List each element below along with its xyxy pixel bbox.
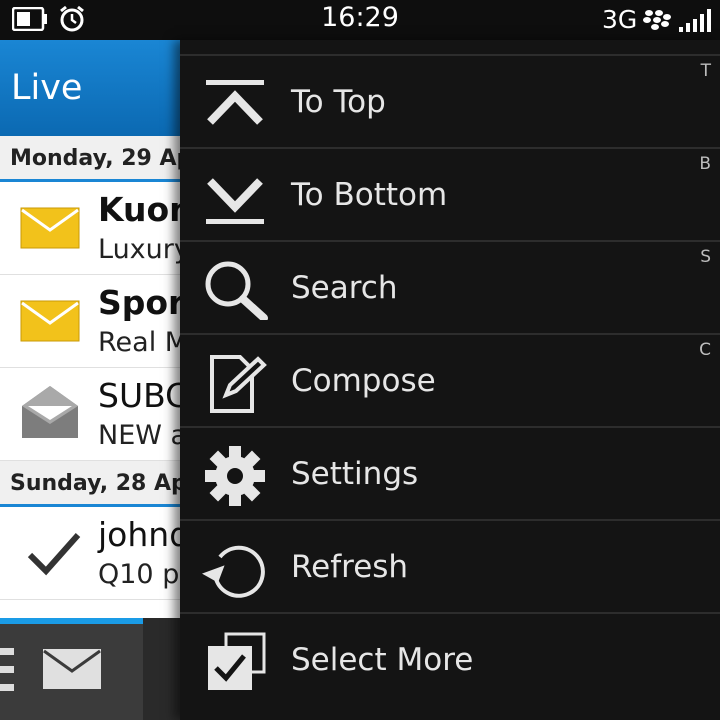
envelope-unread-icon bbox=[20, 204, 80, 256]
menu-item-label: To Top bbox=[291, 84, 386, 120]
message-subject: Q10 p bbox=[98, 559, 180, 590]
to-bottom-icon bbox=[202, 167, 268, 227]
compose-icon bbox=[202, 353, 268, 413]
select-more-icon bbox=[202, 632, 268, 692]
refresh-icon bbox=[201, 539, 268, 599]
menu-item-settings[interactable]: Settings bbox=[180, 426, 720, 519]
status-bar: 16:29 3G bbox=[0, 0, 720, 40]
menu-item-label: To Bottom bbox=[291, 177, 448, 213]
menu-item-label: Settings bbox=[291, 456, 419, 492]
blackberry-icon bbox=[643, 9, 671, 35]
menu-item-refresh[interactable]: Refresh bbox=[180, 519, 720, 612]
shortcut-key: B bbox=[699, 154, 711, 174]
menu-item-label: Refresh bbox=[291, 549, 409, 585]
gear-icon bbox=[202, 446, 268, 506]
menu-item-compose[interactable]: Compose C bbox=[180, 333, 720, 426]
network-type: 3G bbox=[602, 5, 638, 34]
signal-strength-icon bbox=[678, 9, 714, 37]
shortcut-key: S bbox=[700, 247, 711, 267]
envelope-icon[interactable] bbox=[42, 648, 102, 694]
message-subject: Luxury bbox=[98, 234, 190, 265]
overflow-menu: To Top T To Bottom B Search S Compose C … bbox=[180, 40, 720, 720]
envelope-open-icon bbox=[20, 382, 80, 444]
hamburger-icon[interactable] bbox=[0, 646, 16, 698]
app-title: Live bbox=[11, 68, 83, 108]
menu-item-select-more[interactable]: Select More bbox=[180, 612, 720, 705]
menu-item-to-top[interactable]: To Top T bbox=[180, 54, 720, 147]
menu-item-to-bottom[interactable]: To Bottom B bbox=[180, 147, 720, 240]
shortcut-key: T bbox=[700, 61, 711, 81]
to-top-icon bbox=[202, 74, 268, 134]
shortcut-key: C bbox=[699, 340, 711, 360]
sent-check-icon bbox=[26, 531, 82, 581]
menu-item-label: Select More bbox=[291, 642, 474, 678]
menu-item-label: Search bbox=[291, 270, 398, 306]
envelope-unread-icon bbox=[20, 297, 80, 349]
search-icon bbox=[202, 260, 268, 322]
menu-item-label: Compose bbox=[291, 363, 436, 399]
menu-item-search[interactable]: Search S bbox=[180, 240, 720, 333]
message-sender: johnd bbox=[98, 515, 191, 554]
